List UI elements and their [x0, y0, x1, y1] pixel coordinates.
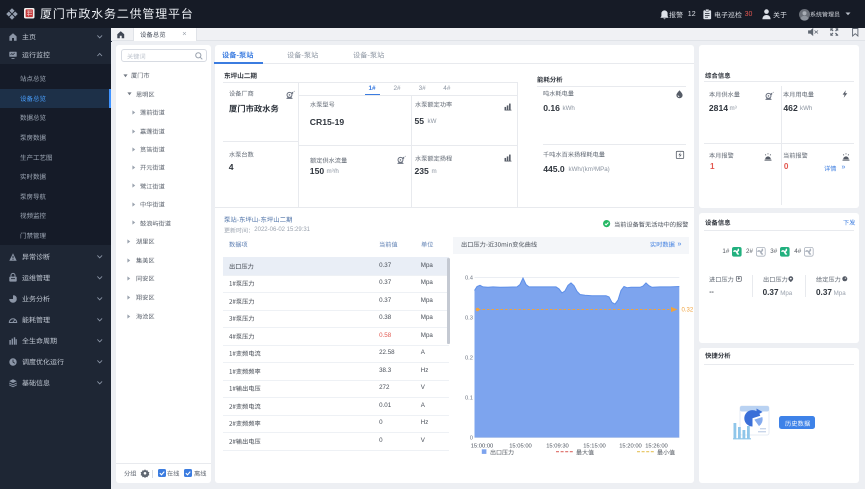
svg-text:0.3: 0.3 [465, 316, 473, 322]
svg-text:0: 0 [470, 436, 473, 442]
svg-text:0.2: 0.2 [465, 356, 473, 362]
svg-text:0.1: 0.1 [465, 396, 473, 402]
svg-text:0.4: 0.4 [465, 276, 474, 282]
svg-text:15:20:00: 15:20:00 [619, 443, 642, 449]
svg-text:0.32: 0.32 [682, 308, 694, 314]
svg-text:15:09:30: 15:09:30 [546, 443, 569, 449]
